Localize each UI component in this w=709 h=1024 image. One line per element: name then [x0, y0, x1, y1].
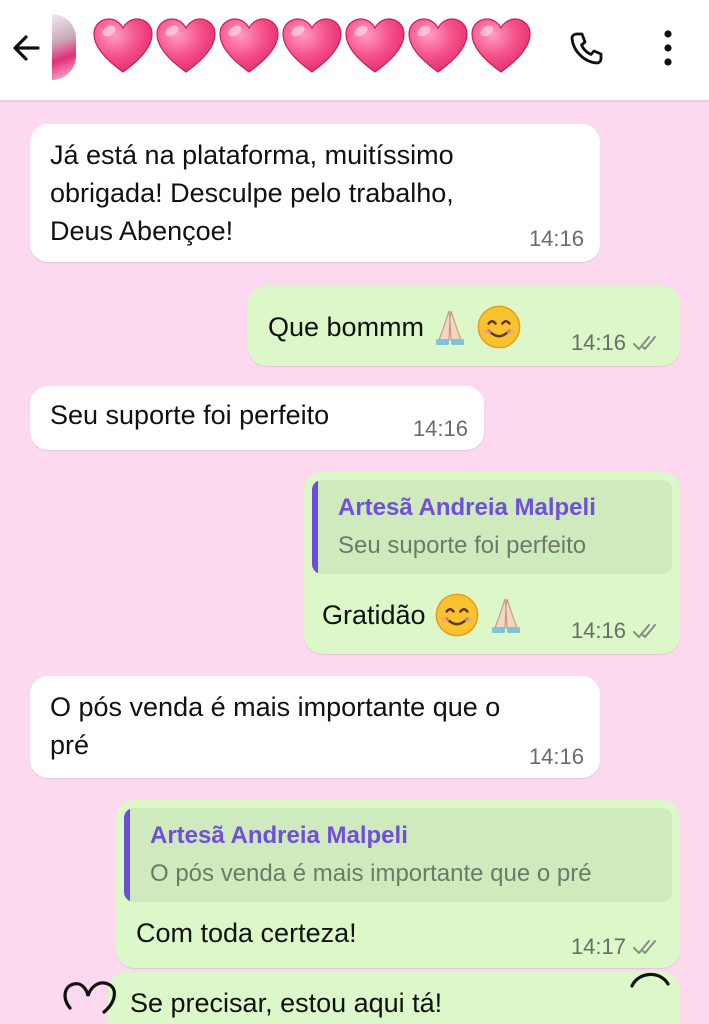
smiling-face-emoji	[476, 304, 522, 350]
message-time: 14:17	[571, 934, 662, 960]
arrow-back-icon[interactable]	[8, 28, 48, 68]
read-ticks-icon	[632, 622, 662, 640]
message-text: Que bommm	[268, 304, 522, 350]
incoming-message[interactable]: Seu suporte foi perfeito 14:16	[30, 386, 484, 450]
outgoing-message[interactable]: Se precisar, estou aqui tá!	[108, 972, 680, 1024]
quote-author: Artesã Andreia Malpeli	[150, 822, 408, 849]
phone-icon[interactable]	[566, 28, 606, 68]
incoming-message[interactable]: Já está na plataforma, muitíssimo obriga…	[30, 124, 600, 262]
quote-text: Seu suporte foi perfeito	[338, 532, 587, 559]
folded-hands-emoji	[486, 595, 526, 635]
quoted-message[interactable]: Artesã Andreia Malpeli Seu suporte foi p…	[312, 480, 672, 574]
message-time-text: 14:16	[412, 416, 468, 441]
contact-avatar[interactable]	[52, 14, 76, 80]
message-text-line: pré	[50, 730, 90, 760]
message-text: Com toda certeza!	[136, 918, 357, 948]
quoted-message[interactable]: Artesã Andreia Malpeli O pós venda é mai…	[124, 808, 672, 902]
message-time: 14:16	[571, 330, 662, 356]
quote-author: Artesã Andreia Malpeli	[338, 494, 596, 521]
message-time: 14:16	[571, 618, 662, 644]
message-time-text: 14:16	[528, 744, 584, 769]
message-time-text: 14:17	[570, 934, 626, 959]
message-text: Gratidão	[322, 592, 526, 638]
message-text: Seu suporte foi perfeito	[50, 400, 330, 430]
read-ticks-icon	[632, 334, 662, 352]
message-text-content: Gratidão	[322, 600, 426, 630]
quote-text: O pós venda é mais importante que o pré	[150, 860, 592, 887]
message-text-line: obrigada! Desculpe pelo trabalho,	[50, 178, 454, 208]
pink-heart-icon	[155, 17, 217, 75]
contact-name[interactable]	[92, 16, 532, 76]
sticker-fragment	[630, 972, 670, 988]
outgoing-message[interactable]: Que bommm 14:16	[248, 286, 680, 366]
pink-heart-icon	[407, 17, 469, 75]
message-text-line: Já está na plataforma, muitíssimo	[50, 140, 454, 170]
folded-hands-emoji	[430, 307, 470, 347]
message-text-content: Que bommm	[268, 312, 425, 342]
quote-bar	[124, 808, 130, 902]
message-time: 14:16	[413, 416, 468, 442]
quote-bar	[312, 480, 318, 574]
pink-heart-icon	[470, 17, 532, 75]
outgoing-message[interactable]: Artesã Andreia Malpeli Seu suporte foi p…	[304, 472, 680, 654]
pink-heart-icon	[92, 17, 154, 75]
smiling-face-emoji	[434, 592, 480, 638]
pink-heart-icon	[218, 17, 280, 75]
read-ticks-icon	[632, 938, 662, 956]
chat-header	[0, 0, 709, 100]
message-time-text: 14:16	[570, 330, 626, 355]
message-list[interactable]: Já está na plataforma, muitíssimo obriga…	[0, 100, 709, 1024]
message-text: Se precisar, estou aqui tá!	[130, 988, 443, 1018]
pink-heart-icon	[281, 17, 343, 75]
incoming-message[interactable]: O pós venda é mais importante que o pré …	[30, 676, 600, 778]
message-text-line: O pós venda é mais importante que o	[50, 692, 501, 722]
message-time-text: 14:16	[570, 618, 626, 643]
outgoing-message[interactable]: Artesã Andreia Malpeli O pós venda é mai…	[116, 800, 680, 968]
heart-outline-sticker	[63, 981, 116, 1014]
more-vertical-icon[interactable]	[652, 26, 684, 70]
message-text-line: Deus Abençoe!	[50, 216, 234, 246]
message-time: 14:16	[529, 744, 584, 770]
message-time: 14:16	[529, 226, 584, 252]
message-time-text: 14:16	[528, 226, 584, 251]
pink-heart-icon	[344, 17, 406, 75]
